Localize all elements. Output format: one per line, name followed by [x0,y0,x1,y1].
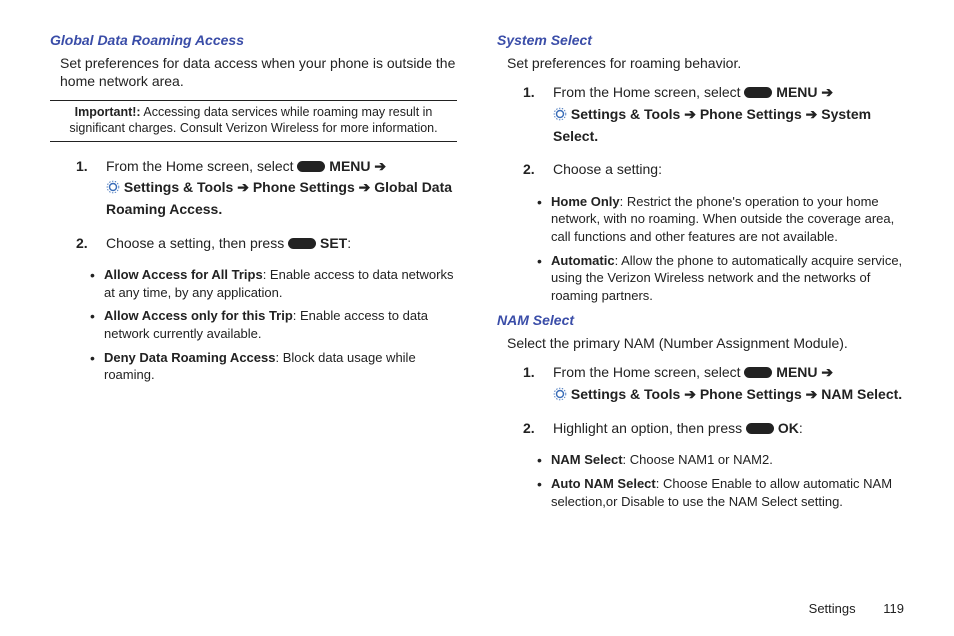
intro-text: Select the primary NAM (Number Assignmen… [507,334,904,352]
list-item: NAM Select: Choose NAM1 or NAM2. [537,451,904,469]
steps-list: From the Home screen, select MENU ➔ Sett… [76,156,457,255]
gear-icon [106,180,120,194]
left-column: Global Data Roaming Access Set preferenc… [50,32,457,516]
path-phone-settings: Phone Settings [253,179,359,195]
step-item: Choose a setting, then press SET: [76,233,457,255]
option-name: NAM Select [551,452,623,467]
content-columns: Global Data Roaming Access Set preferenc… [50,32,904,516]
list-item: Auto NAM Select: Choose Enable to allow … [537,475,904,510]
step-text: Choose a setting: [553,161,662,177]
step-text: From the Home screen, select [106,158,297,174]
soft-key-icon [744,87,772,98]
path-phone-settings: Phone Settings [700,386,806,402]
step-item: From the Home screen, select MENU ➔ Sett… [523,82,904,147]
options-list: NAM Select: Choose NAM1 or NAM2. Auto NA… [537,451,904,510]
important-label: Important!: [75,105,141,119]
soft-key-icon [746,423,774,434]
step-text: From the Home screen, select [553,84,744,100]
footer-section-label: Settings [809,601,856,616]
soft-key-icon [297,161,325,172]
step-text: Highlight an option, then press [553,420,746,436]
section-heading-nam-select: NAM Select [497,312,904,328]
path-phone-settings: Phone Settings [700,106,806,122]
option-name: Deny Data Roaming Access [104,350,275,365]
list-item: Allow Access for All Trips: Enable acces… [90,266,457,301]
option-desc: : Choose NAM1 or NAM2. [623,452,773,467]
options-list: Allow Access for All Trips: Enable acces… [90,266,457,383]
path-target: NAM Select [821,386,898,402]
gear-icon [553,107,567,121]
intro-text: Set preferences for data access when you… [60,54,457,90]
step-text: From the Home screen, select [553,364,744,380]
soft-key-icon [744,367,772,378]
step-text: Choose a setting, then press [106,235,288,251]
options-list: Home Only: Restrict the phone's operatio… [537,193,904,304]
set-label: SET [320,235,347,251]
option-name: Auto NAM Select [551,476,656,491]
steps-list: From the Home screen, select MENU ➔ Sett… [523,82,904,181]
important-notice: Important!: Accessing data services whil… [50,100,457,141]
page-footer: Settings 119 [809,601,904,616]
path-settings-tools: Settings & Tools [571,386,684,402]
list-item: Automatic: Allow the phone to automatica… [537,252,904,305]
option-name: Allow Access for All Trips [104,267,263,282]
option-name: Allow Access only for this Trip [104,308,293,323]
soft-key-icon [288,238,316,249]
list-item: Allow Access only for this Trip: Enable … [90,307,457,342]
steps-list: From the Home screen, select MENU ➔ Sett… [523,362,904,439]
list-item: Deny Data Roaming Access: Block data usa… [90,349,457,384]
menu-label: MENU ➔ [329,158,386,174]
menu-label: MENU ➔ [776,84,833,100]
section-heading-system-select: System Select [497,32,904,48]
step-item: From the Home screen, select MENU ➔ Sett… [76,156,457,221]
path-settings-tools: Settings & Tools [124,179,237,195]
step-item: From the Home screen, select MENU ➔ Sett… [523,362,904,405]
option-name: Automatic [551,253,615,268]
ok-label: OK [778,420,799,436]
section-heading-global-data-roaming: Global Data Roaming Access [50,32,457,48]
option-name: Home Only [551,194,620,209]
gear-icon [553,387,567,401]
step-item: Highlight an option, then press OK: [523,418,904,440]
list-item: Home Only: Restrict the phone's operatio… [537,193,904,246]
page-number: 119 [883,601,904,616]
right-column: System Select Set preferences for roamin… [497,32,904,516]
step-item: Choose a setting: [523,159,904,181]
path-settings-tools: Settings & Tools [571,106,684,122]
menu-label: MENU ➔ [776,364,833,380]
intro-text: Set preferences for roaming behavior. [507,54,904,72]
